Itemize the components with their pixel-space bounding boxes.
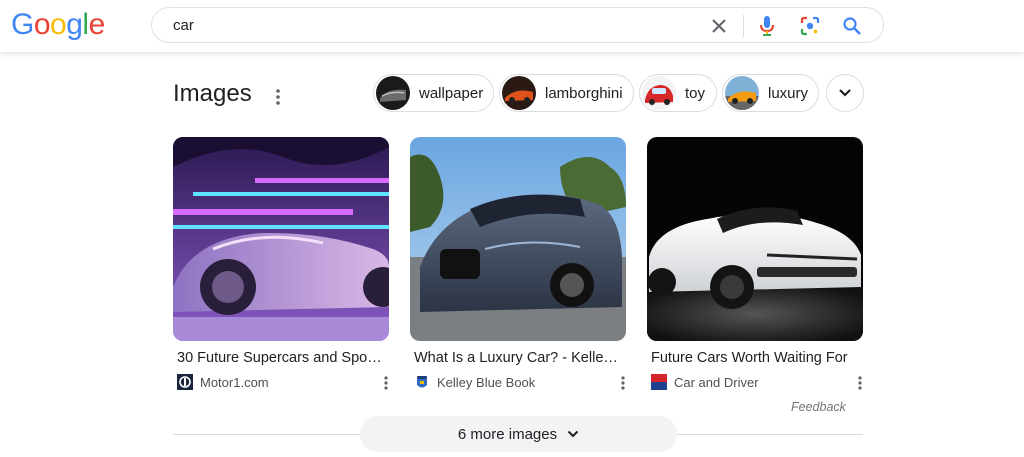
source-name: Car and Driver xyxy=(674,374,759,390)
feedback-link[interactable]: Feedback xyxy=(791,400,846,414)
result-card: What Is a Luxury Car? - Kelley Blue Book… xyxy=(410,137,626,390)
chip-thumbnail xyxy=(725,76,759,110)
google-logo[interactable]: Google xyxy=(11,8,105,42)
chip-wallpaper[interactable]: wallpaper xyxy=(373,74,494,112)
header-bar: Google xyxy=(0,0,1024,52)
chip-toy[interactable]: toy xyxy=(639,74,717,112)
chip-thumbnail xyxy=(502,76,536,110)
chip-thumbnail xyxy=(642,76,676,110)
motor1-logo-icon xyxy=(177,374,193,390)
chip-label: wallpaper xyxy=(419,84,484,102)
result-title[interactable]: What Is a Luxury Car? - Kelley Blue Book xyxy=(414,350,622,366)
logo-letter: G xyxy=(11,8,34,41)
google-lens-icon[interactable] xyxy=(797,13,823,39)
result-card: Future Cars Worth Waiting For Car and Dr… xyxy=(647,137,863,390)
chip-label: luxury xyxy=(768,84,809,102)
result-image[interactable] xyxy=(647,137,863,341)
more-vert-icon[interactable] xyxy=(850,371,870,395)
chevron-down-icon[interactable] xyxy=(826,74,864,112)
more-vert-icon[interactable] xyxy=(376,371,396,395)
more-vert-icon[interactable] xyxy=(613,371,633,395)
result-card: 30 Future Supercars and Sports Cars Moto… xyxy=(173,137,389,390)
close-icon[interactable] xyxy=(706,13,732,39)
logo-letter: o xyxy=(33,8,51,41)
logo-letter: o xyxy=(50,8,67,41)
chevron-down-icon xyxy=(567,430,579,438)
result-source[interactable]: Kelley Blue Book xyxy=(414,374,535,390)
more-vert-icon[interactable] xyxy=(268,85,288,109)
search-box xyxy=(151,7,884,43)
result-title[interactable]: Future Cars Worth Waiting For xyxy=(651,350,859,366)
car-and-driver-logo-icon xyxy=(651,374,667,390)
more-images-button[interactable]: 6 more images xyxy=(360,416,677,452)
result-image[interactable] xyxy=(173,137,389,341)
logo-letter: g xyxy=(66,8,83,41)
result-source[interactable]: Car and Driver xyxy=(651,374,759,390)
microphone-icon[interactable] xyxy=(754,13,780,39)
section-title: Images xyxy=(173,80,252,107)
source-name: Kelley Blue Book xyxy=(437,374,536,390)
more-images-label: 6 more images xyxy=(457,425,558,443)
chip-luxury[interactable]: luxury xyxy=(722,74,819,112)
result-source[interactable]: Motor1.com xyxy=(177,374,269,390)
chip-label: lamborghini xyxy=(545,84,623,102)
search-divider xyxy=(743,15,744,37)
chip-lamborghini[interactable]: lamborghini xyxy=(499,74,634,112)
result-image[interactable] xyxy=(410,137,626,341)
logo-letter: e xyxy=(88,8,106,41)
search-icon[interactable] xyxy=(839,13,865,39)
chip-thumbnail xyxy=(376,76,410,110)
chip-label: toy xyxy=(685,84,706,102)
search-input[interactable] xyxy=(173,15,673,35)
source-name: Motor1.com xyxy=(200,374,269,390)
result-title[interactable]: 30 Future Supercars and Sports Cars xyxy=(177,350,385,366)
kelley-blue-book-logo-icon xyxy=(417,376,427,388)
